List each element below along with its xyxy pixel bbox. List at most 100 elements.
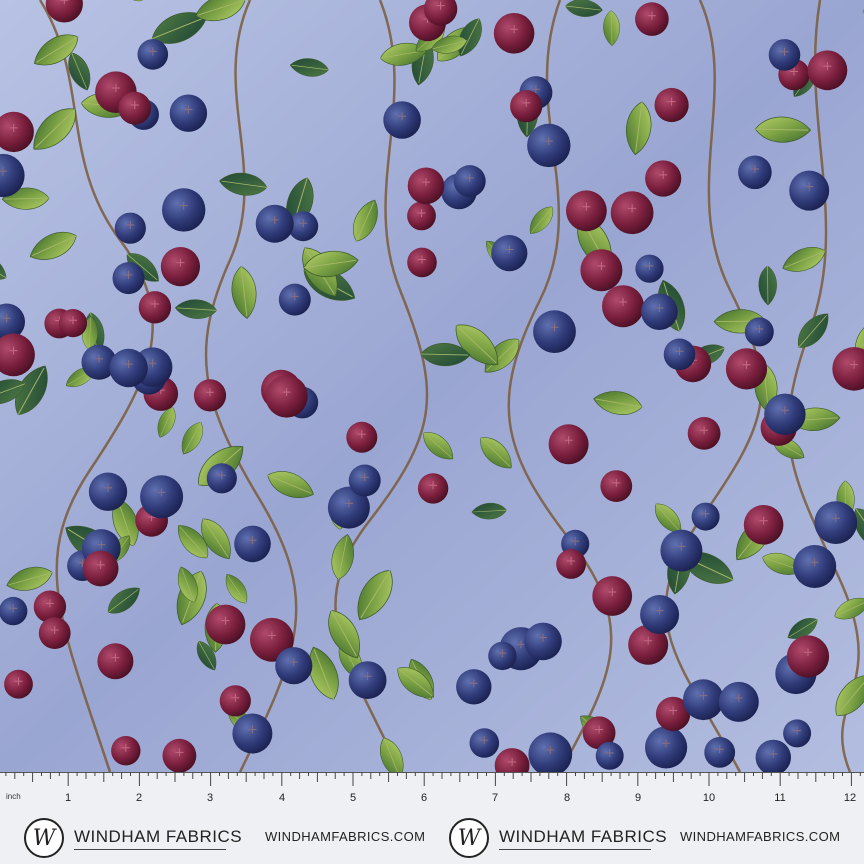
blueberry (169, 94, 208, 132)
red-berry (97, 643, 134, 680)
red-berry (111, 736, 141, 766)
blueberry (112, 262, 145, 295)
ruler-number: 5 (349, 792, 357, 804)
blueberry (383, 101, 421, 139)
blueberry (533, 310, 576, 353)
blueberry (275, 647, 313, 685)
blueberry (718, 681, 759, 722)
red-berry (556, 549, 586, 579)
fabric-swatch: inch 1 2 3 4 5 6 7 8 9 10 11 12 W WINDHA… (0, 0, 864, 864)
berry-body (764, 393, 806, 435)
red-berry (407, 167, 445, 205)
blueberry (527, 123, 571, 168)
blueberry (764, 393, 806, 435)
brand-underline (499, 849, 651, 850)
red-berry (687, 417, 721, 450)
blueberry (738, 155, 772, 190)
red-berry (510, 90, 543, 123)
berry-pattern (0, 0, 864, 772)
blueberry (114, 212, 146, 244)
berry-body (683, 679, 724, 721)
ruler-number: 8 (563, 792, 571, 804)
blueberry (793, 545, 837, 588)
brand-underline (74, 849, 226, 850)
ruler-number: 1 (64, 792, 72, 804)
red-berry (58, 309, 88, 338)
blueberry (206, 463, 237, 494)
blueberry (789, 170, 830, 211)
blueberry (88, 472, 128, 511)
blueberry (0, 596, 28, 626)
blueberry (348, 464, 381, 497)
berry-body (610, 191, 654, 235)
blueberry (814, 501, 858, 544)
red-berry (566, 190, 607, 232)
blueberry (641, 293, 678, 331)
red-berry (786, 635, 830, 678)
red-berry (580, 249, 623, 292)
red-berry (602, 285, 644, 328)
red-berry (610, 191, 654, 235)
red-berry (265, 375, 308, 418)
red-berry (138, 291, 172, 324)
brand-url: WINDHAMFABRICS.COM (680, 829, 841, 844)
red-berry (493, 13, 535, 54)
red-berry (160, 247, 200, 287)
blueberry (640, 595, 680, 634)
ruler-number: 4 (278, 792, 286, 804)
ruler-number: 12 (843, 792, 857, 804)
red-berry (417, 473, 449, 504)
berry-body (660, 529, 703, 572)
blueberry (744, 317, 774, 347)
red-berry (743, 505, 784, 545)
red-berry (162, 738, 197, 772)
red-berry (346, 421, 378, 453)
berry-body (580, 249, 623, 292)
blueberry (663, 338, 696, 371)
berry-body (265, 375, 308, 418)
windham-logo: W (449, 818, 489, 858)
brand-name: WINDHAM FABRICS (499, 827, 668, 846)
blueberry (255, 204, 294, 243)
berry-body (140, 475, 184, 519)
blueberry (768, 39, 801, 71)
ruler-number: 11 (774, 792, 786, 804)
blueberry (683, 679, 724, 721)
berry-body (645, 726, 688, 769)
ruler-number: 7 (491, 792, 499, 804)
blueberry (469, 728, 500, 758)
red-berry (645, 160, 682, 197)
blueberry (660, 529, 703, 572)
berry-body (533, 310, 576, 353)
red-berry (118, 91, 152, 125)
blueberry (453, 165, 486, 198)
red-berry (654, 87, 689, 123)
ruler-strip: inch 1 2 3 4 5 6 7 8 9 10 11 12 W WINDHA… (0, 772, 864, 864)
berry-body (602, 285, 644, 328)
blueberry (109, 348, 148, 388)
berry-body (793, 545, 837, 588)
red-berry (725, 348, 768, 390)
windham-logo: W (24, 818, 64, 858)
blueberry (137, 39, 169, 70)
red-berry (407, 247, 437, 278)
red-berry (193, 379, 227, 412)
brand-url: WINDHAMFABRICS.COM (265, 829, 426, 844)
ruler-number: 6 (420, 792, 428, 804)
blueberry (691, 502, 720, 531)
blueberry (456, 669, 492, 705)
berry-body (566, 190, 607, 232)
blueberry (488, 641, 517, 671)
red-berry (82, 550, 119, 587)
red-berry (600, 470, 633, 502)
ruler-number: 3 (206, 792, 214, 804)
red-berry (205, 604, 246, 645)
berry-body (527, 123, 571, 168)
brand-name: WINDHAM FABRICS (74, 827, 243, 846)
red-berry (592, 576, 633, 616)
blueberry (278, 283, 311, 316)
blueberry (232, 713, 273, 754)
ruler-number: 10 (702, 792, 716, 804)
ruler-unit-label: inch (6, 792, 21, 801)
red-berry (407, 201, 436, 231)
